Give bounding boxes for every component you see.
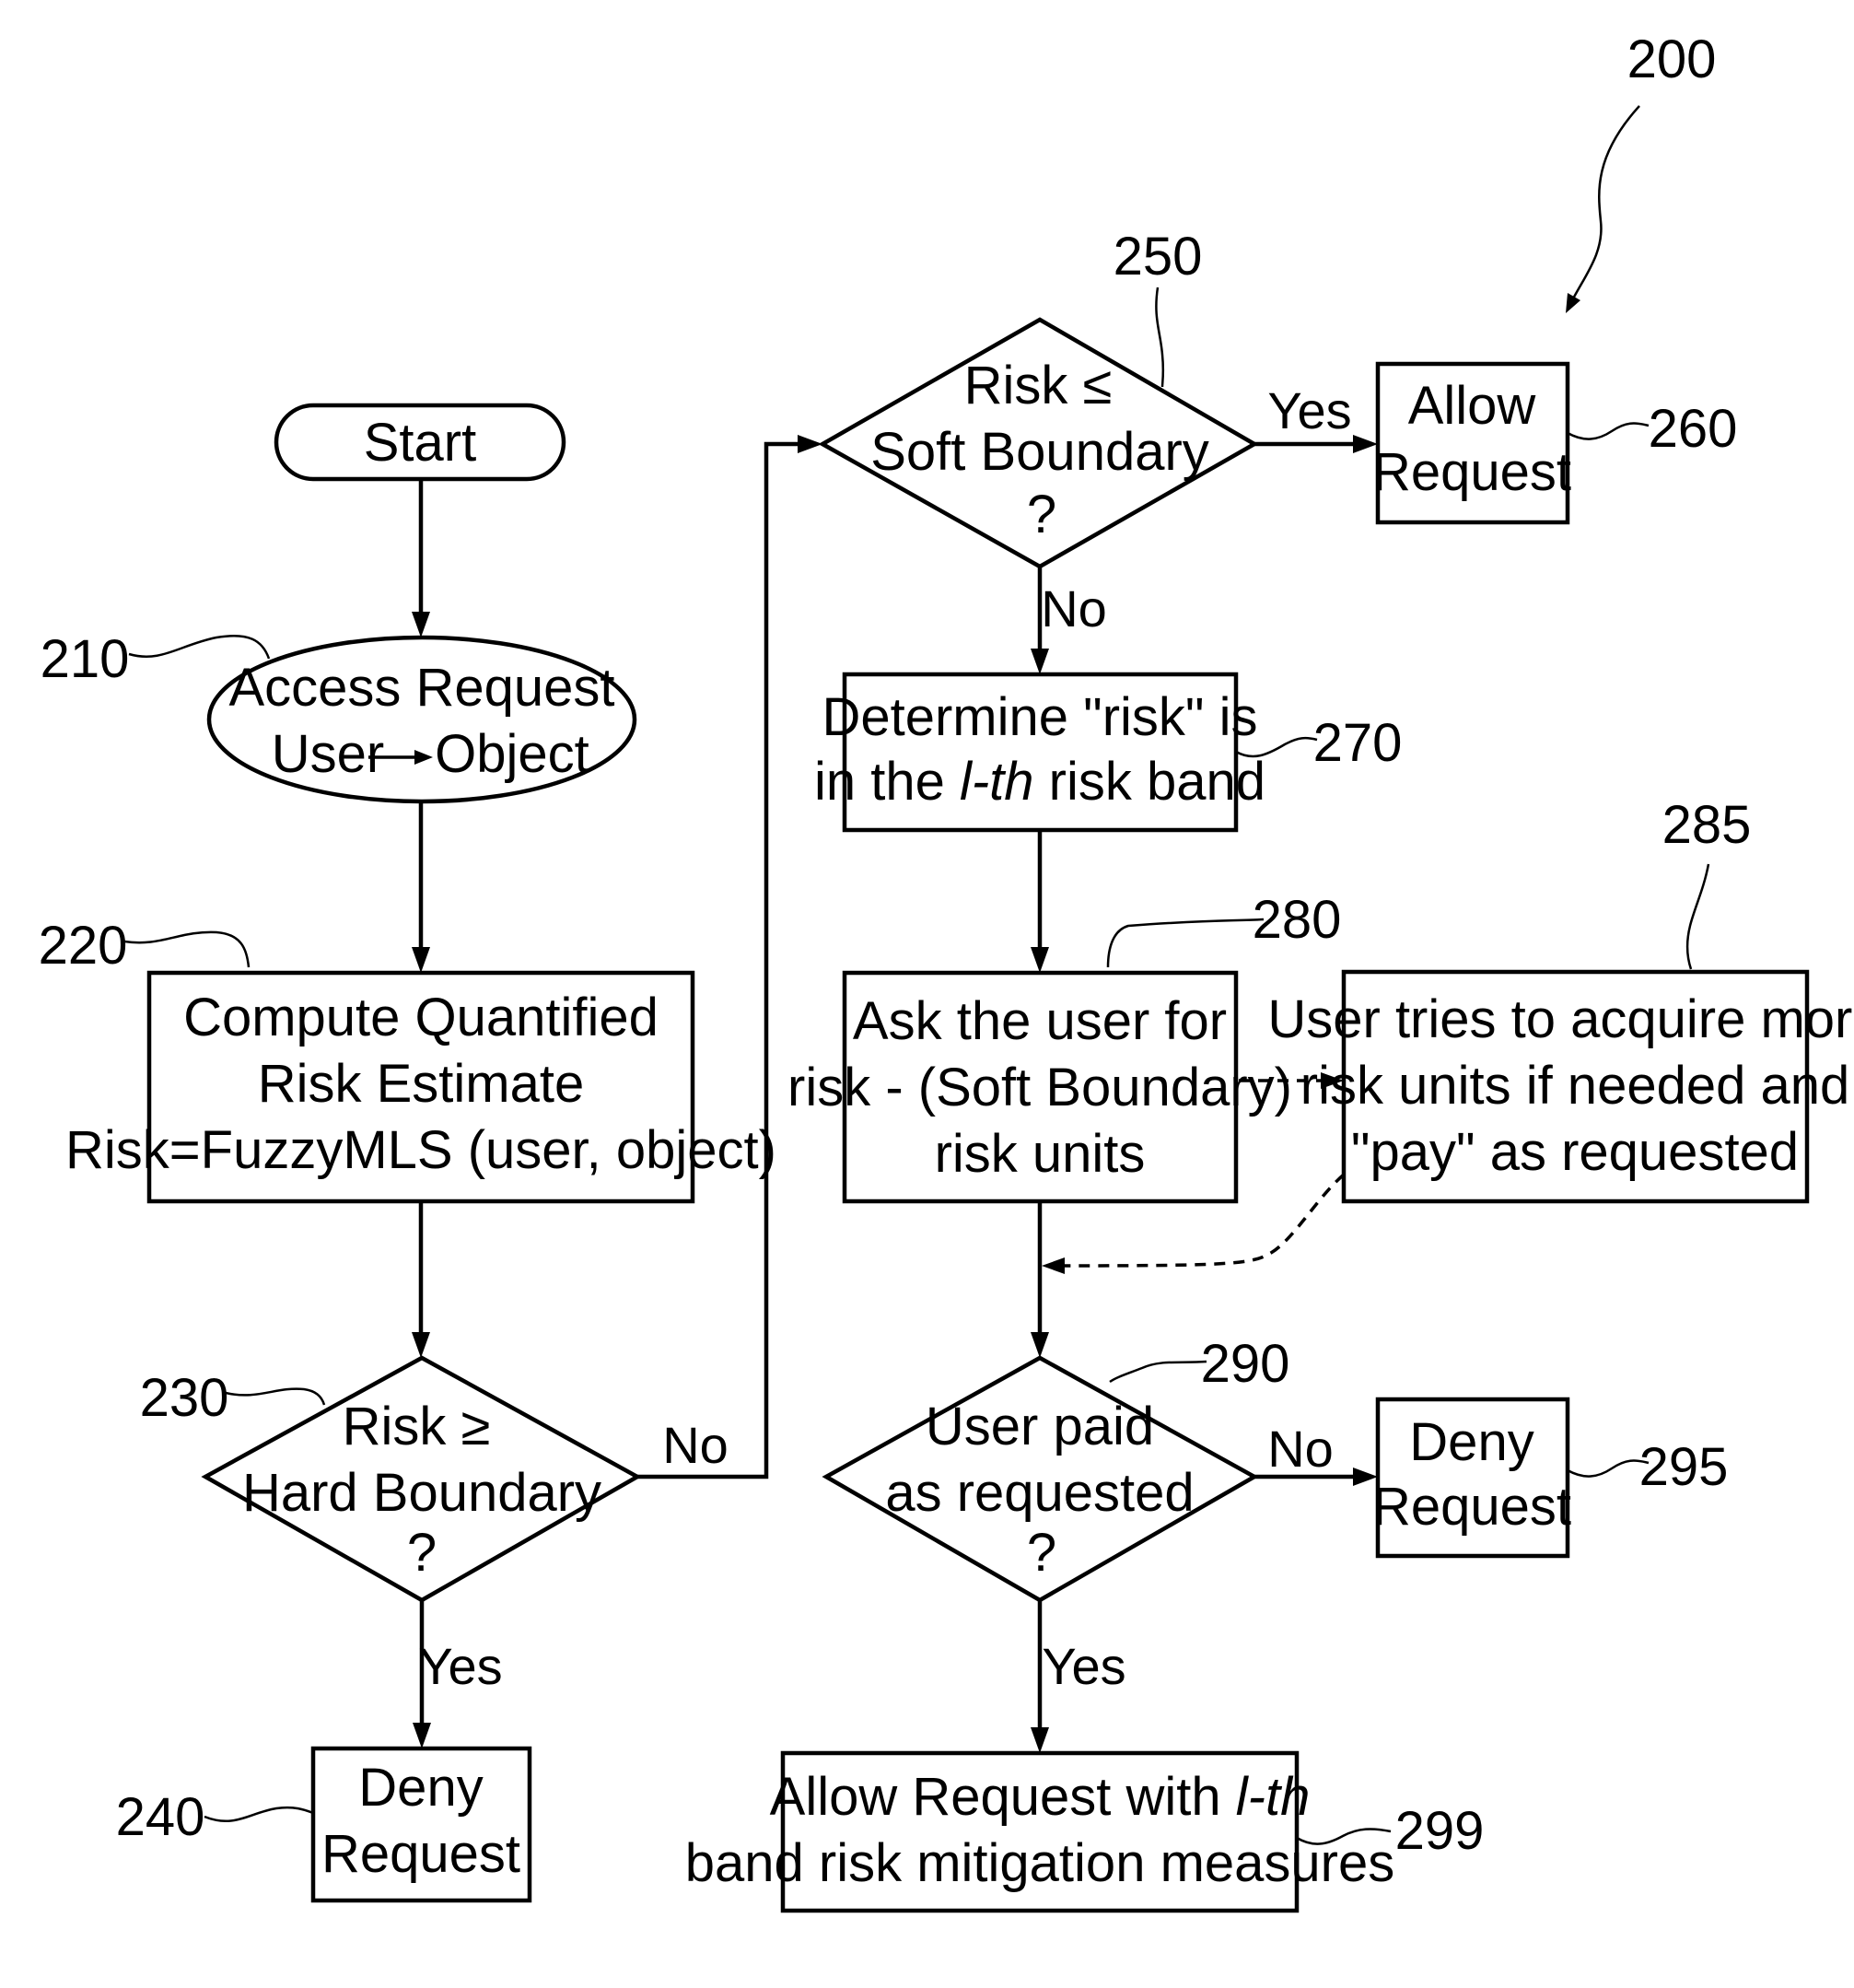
arrowhead	[412, 947, 430, 973]
arrowhead	[413, 1723, 431, 1748]
arrowhead	[1031, 1332, 1049, 1358]
compute-risk-line3: Risk=FuzzyMLS (user, object)	[65, 1120, 776, 1180]
edge-230-no-to-250	[637, 441, 811, 1479]
determine-risk-band-line2-pre: in the	[814, 752, 960, 812]
ref-295: 295	[1639, 1437, 1729, 1497]
arrowhead	[412, 1332, 430, 1358]
user-paid-line3: ?	[1027, 1523, 1056, 1583]
determine-risk-band-line1: Determine "risk" is	[822, 687, 1257, 747]
user-paid-line2: as requested	[885, 1463, 1194, 1523]
leader-210	[128, 634, 271, 660]
edge-label-290-yes: Yes	[1042, 1637, 1125, 1695]
allow-request-line2: Request	[1372, 442, 1571, 502]
edge-label-290-no: No	[1267, 1420, 1334, 1478]
deny-request-240-line2: Request	[321, 1824, 520, 1884]
allow-with-mitigation-line1: Allow Request with l-th	[770, 1767, 1311, 1827]
node-280-ask-user: Ask the user for risk - (Soft Boundary) …	[787, 970, 1292, 1204]
access-request-line1: Access Request	[228, 658, 614, 718]
node-230-hard-boundary-decision: Risk ≥ Hard Boundary ?	[201, 1355, 642, 1603]
allow-with-mitigation-line1-italic: l-th	[1236, 1767, 1311, 1827]
node-220-compute-risk: Compute Quantified Risk Estimate Risk=Fu…	[65, 970, 776, 1204]
ref-290: 290	[1201, 1334, 1290, 1394]
edge-label-230-no: No	[662, 1416, 729, 1474]
ref-280: 280	[1253, 890, 1342, 950]
arrowhead	[1031, 649, 1049, 674]
ref-210: 210	[41, 629, 130, 689]
start-node: Start	[274, 403, 566, 482]
soft-boundary-line2: Soft Boundary	[870, 422, 1209, 482]
user-paid-line1: User paid	[926, 1397, 1154, 1456]
allow-with-mitigation-line1-pre: Allow Request with	[770, 1767, 1236, 1827]
soft-boundary-line3: ?	[1027, 485, 1056, 544]
leader-240	[204, 1806, 314, 1822]
access-request-user: User	[272, 724, 384, 784]
figure-ref-label: 200	[1627, 29, 1717, 89]
node-299-allow-with-mitigation: Allow Request with l-th band risk mitiga…	[685, 1750, 1394, 1913]
soft-boundary-line1: Risk ≤	[964, 356, 1113, 415]
start-label: Start	[364, 413, 477, 473]
arrowhead	[1042, 1257, 1065, 1274]
hard-boundary-line2: Hard Boundary	[242, 1463, 601, 1523]
leader-220	[123, 930, 251, 968]
allow-with-mitigation-line2: band risk mitigation measures	[685, 1833, 1394, 1893]
leader-250	[1155, 287, 1165, 388]
compute-risk-line1: Compute Quantified	[183, 988, 659, 1047]
edge-label-250-no: No	[1041, 579, 1107, 637]
deny-request-295-line2: Request	[1372, 1477, 1571, 1537]
arrowhead	[1031, 1727, 1049, 1753]
leader-295	[1567, 1459, 1650, 1478]
leader-230	[225, 1387, 326, 1406]
ref-240: 240	[116, 1787, 205, 1847]
ref-230: 230	[140, 1368, 229, 1428]
ask-user-line1: Ask the user for	[853, 991, 1227, 1051]
node-290-user-paid-decision: User paid as requested ?	[822, 1355, 1259, 1603]
node-270-determine-risk-band: Determine "risk" is in the l-th risk ban…	[814, 672, 1265, 833]
edge-label-230-yes: Yes	[418, 1637, 502, 1695]
node-295-deny-request: Deny Request	[1372, 1397, 1571, 1559]
node-240-deny-request: Deny Request	[310, 1746, 532, 1903]
ask-user-line2: risk - (Soft Boundary)	[787, 1058, 1292, 1117]
ref-260: 260	[1649, 399, 1738, 459]
node-260-allow-request: Allow Request	[1372, 361, 1571, 525]
ref-299: 299	[1395, 1801, 1485, 1861]
node-250-soft-boundary-decision: Risk ≤ Soft Boundary ?	[818, 317, 1259, 569]
determine-risk-band-line2: in the l-th risk band	[814, 752, 1265, 812]
acquire-risk-units-line2: risk units if needed and	[1300, 1056, 1849, 1116]
figure-ref-leader	[1568, 105, 1640, 305]
ref-285: 285	[1662, 795, 1752, 855]
hard-boundary-line3: ?	[407, 1523, 437, 1583]
access-request-object: Object	[435, 724, 589, 784]
ref-220: 220	[39, 916, 128, 976]
arrowhead	[412, 612, 430, 637]
leader-285	[1685, 863, 1710, 970]
allow-request-line1: Allow	[1408, 376, 1537, 436]
node-285-acquire-risk-units: User tries to acquire more risk units if…	[1267, 969, 1854, 1204]
leader-290	[1109, 1360, 1207, 1384]
ask-user-line3: risk units	[935, 1124, 1146, 1184]
figure-ref-arrowhead	[1566, 293, 1580, 313]
compute-risk-line2: Risk Estimate	[258, 1054, 585, 1114]
ref-270: 270	[1313, 713, 1403, 773]
hard-boundary-line1: Risk ≥	[343, 1397, 491, 1456]
flowchart-diagram: 200 Start Access Request User Object 210…	[39, 29, 1854, 1913]
acquire-risk-units-line1: User tries to acquire more	[1267, 989, 1854, 1049]
acquire-risk-units-line3: "pay" as requested	[1351, 1122, 1799, 1182]
ref-250: 250	[1114, 227, 1203, 287]
determine-risk-band-line2-post: risk band	[1034, 752, 1265, 812]
determine-risk-band-line2-italic: l-th	[960, 752, 1034, 812]
deny-request-295-line1: Deny	[1409, 1412, 1533, 1472]
leader-280	[1106, 918, 1265, 968]
node-210-access-request: Access Request User Object	[206, 635, 637, 804]
arrowhead	[1031, 947, 1049, 973]
edge-label-250-yes: Yes	[1267, 381, 1351, 439]
leader-260	[1567, 422, 1650, 440]
deny-request-240-line1: Deny	[358, 1758, 483, 1818]
